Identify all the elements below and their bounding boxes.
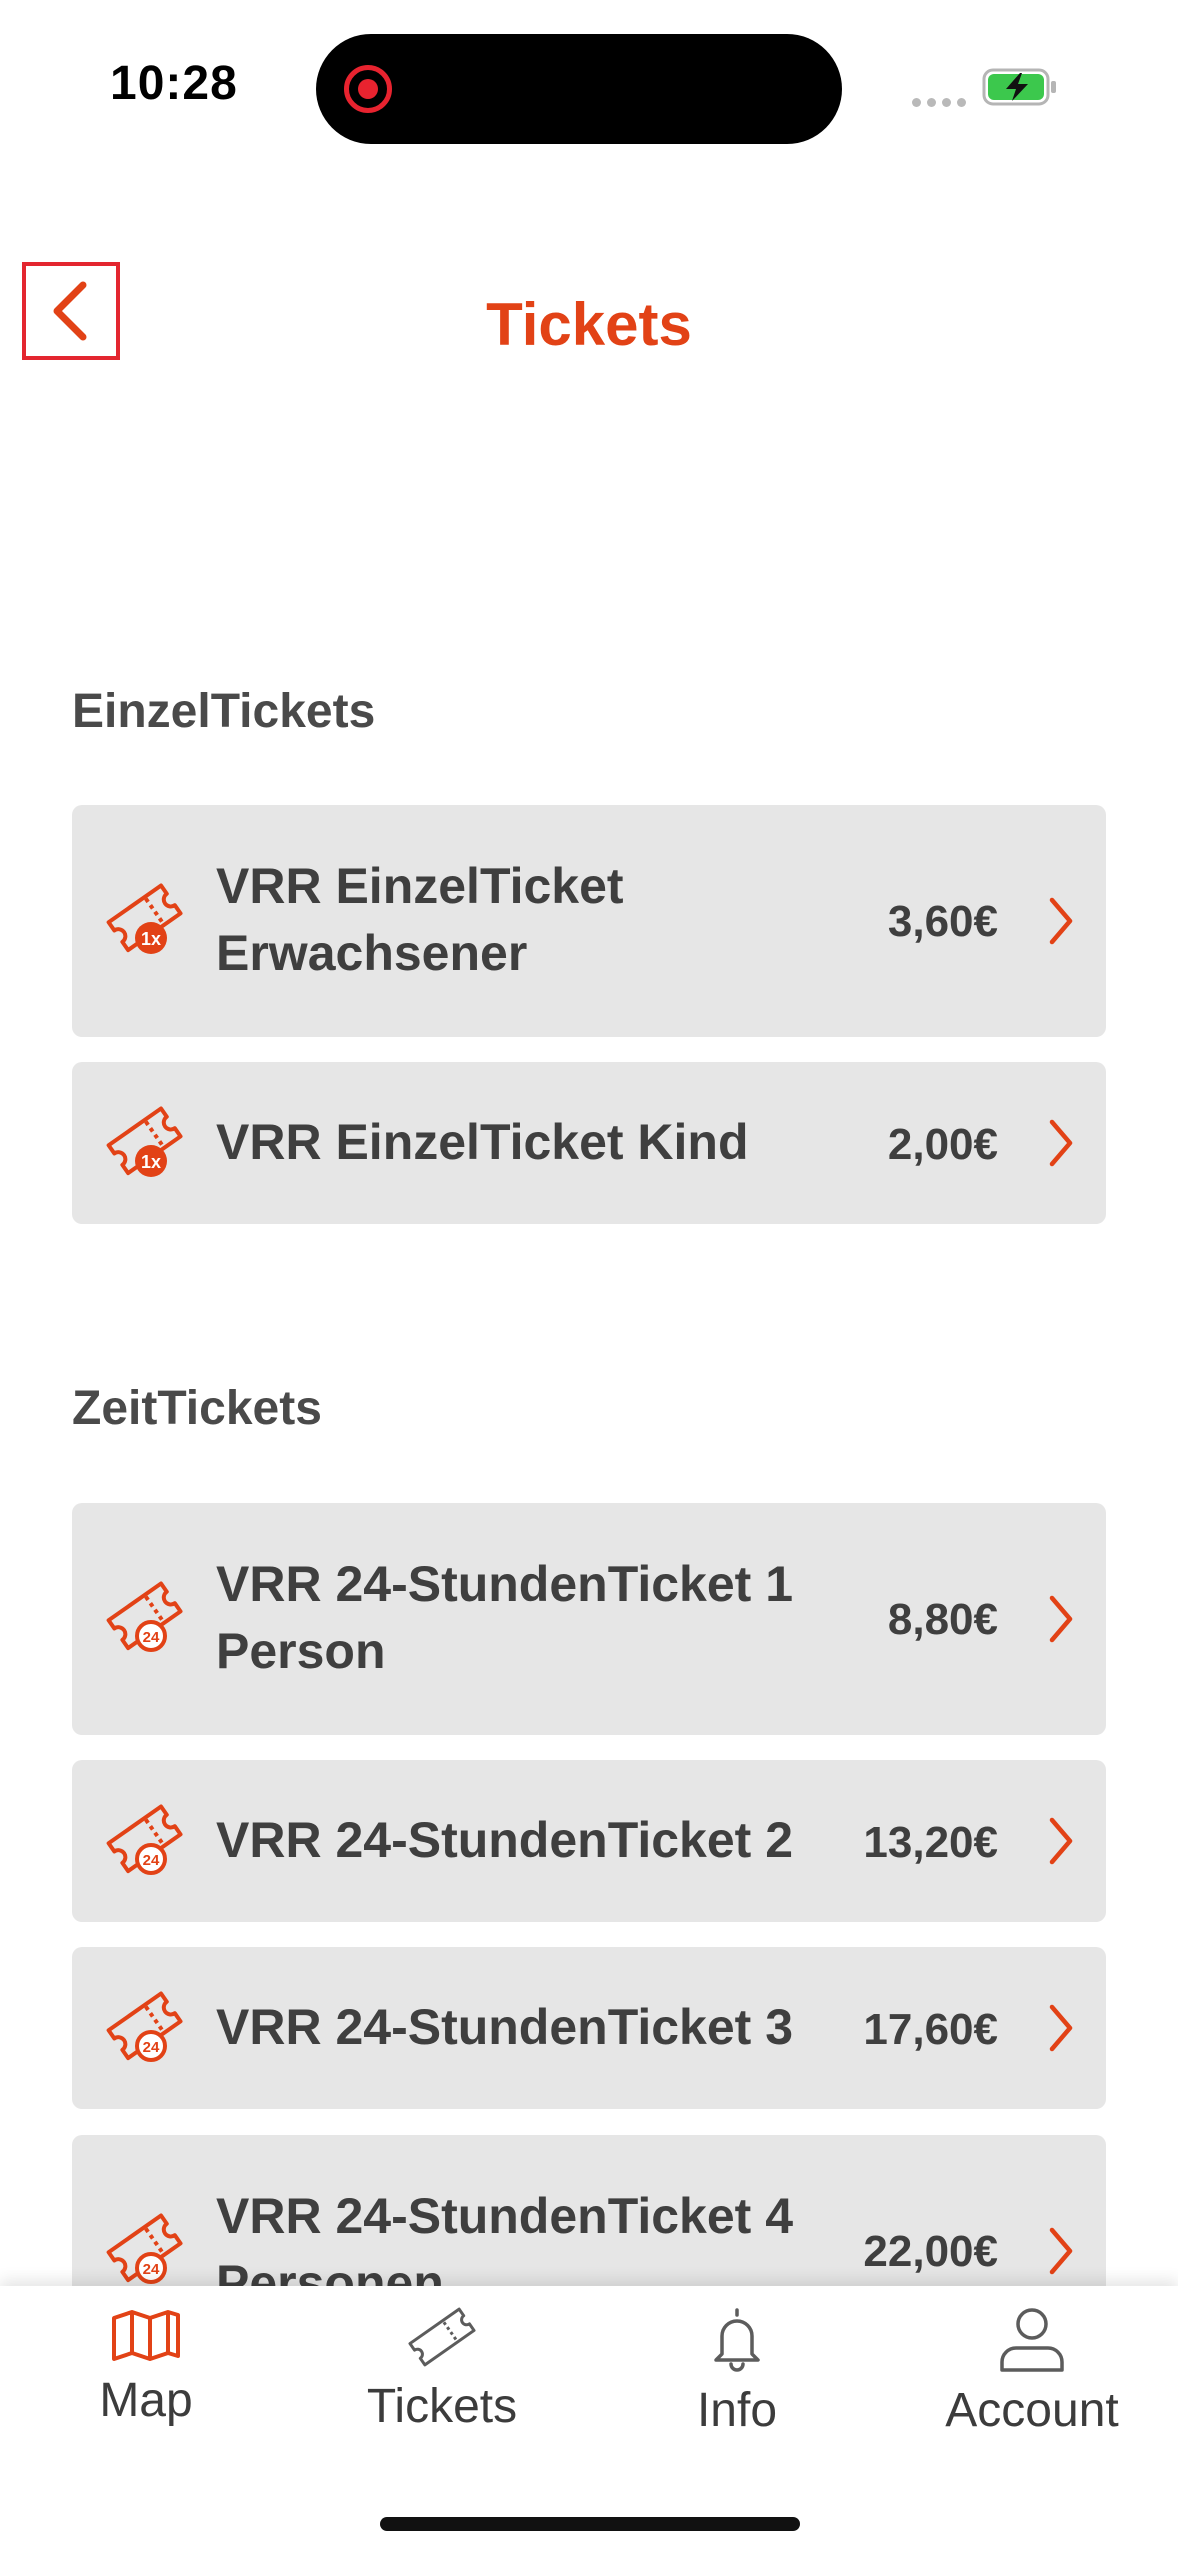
ticket-price: 13,20€ [863, 1818, 998, 1867]
tab-label-map: Map [99, 2374, 193, 2427]
svg-text:1x: 1x [141, 929, 161, 949]
svg-text:24: 24 [143, 2039, 160, 2056]
ticket-price: 2,00€ [887, 1120, 998, 1169]
section-title-zeittickets: ZeitTickets [72, 1382, 322, 1435]
ticket-label: VRR 24-StundenTicket 2 [216, 1812, 794, 1868]
chevron-right-icon [1049, 2227, 1073, 2275]
tab-label-account: Account [945, 2384, 1119, 2437]
signal-icon [912, 94, 972, 112]
svg-text:24: 24 [143, 2261, 160, 2278]
ticket-card[interactable]: 24 VRR 24-StundenTicket 2 13,20€ [72, 1760, 1106, 1922]
svg-text:1x: 1x [141, 1152, 161, 1172]
map-icon [112, 2310, 180, 2361]
chevron-right-icon [1049, 897, 1073, 945]
chevron-right-icon [1049, 1817, 1073, 1865]
section-title-einzeltickets: EinzelTickets [72, 685, 376, 738]
ticket-1x-icon: 1x [106, 1106, 183, 1177]
tab-bar: Map Tickets Info Account [0, 2286, 1178, 2556]
svg-text:24: 24 [143, 1629, 160, 1646]
ticket-label: VRR 24-StundenTicket 3 [216, 1999, 794, 2055]
battery-charging-icon [982, 68, 1056, 106]
svg-text:24: 24 [143, 1852, 160, 1869]
tab-label-tickets: Tickets [366, 2380, 518, 2433]
chevron-right-icon [1049, 2004, 1073, 2052]
ticket-label: VRR EinzelTicket Kind [216, 1114, 749, 1170]
ticket-price: 22,00€ [863, 2227, 998, 2276]
tab-map[interactable]: Map [16, 2304, 276, 2428]
chevron-right-icon [1049, 1595, 1073, 1643]
page-title: Tickets [486, 291, 692, 358]
ticket-label: VRR 24-StundenTicket 1 Person [216, 1556, 794, 1679]
dynamic-island [316, 34, 842, 144]
ticket-icon [408, 2307, 476, 2367]
ticket-card[interactable]: 1x VRR EinzelTicket Erwachsener 3,60€ [72, 805, 1106, 1037]
ticket-24-icon: 24 [106, 1804, 183, 1875]
tab-label-info: Info [696, 2384, 778, 2437]
ticket-24-icon: 24 [106, 2213, 183, 2284]
ticket-card[interactable]: 1x VRR EinzelTicket Kind 2,00€ [72, 1062, 1106, 1224]
ticket-card[interactable]: 24 VRR 24-StundenTicket 1 Person 8,80€ [72, 1503, 1106, 1735]
ticket-price: 8,80€ [887, 1595, 998, 1644]
chevron-right-icon [1049, 1119, 1073, 1167]
ticket-card[interactable]: 24 VRR 24-StundenTicket 3 17,60€ [72, 1947, 1106, 2109]
tab-info[interactable]: Info [607, 2304, 867, 2438]
home-indicator[interactable] [380, 2517, 800, 2531]
ticket-24-icon: 24 [106, 1581, 183, 1652]
status-time: 10:28 [110, 57, 238, 110]
recording-indicator-icon [344, 65, 392, 113]
ticket-price: 3,60€ [887, 897, 998, 946]
ticket-24-icon: 24 [106, 1991, 183, 2062]
tab-tickets[interactable]: Tickets [312, 2304, 572, 2434]
person-icon [1000, 2308, 1064, 2372]
ticket-1x-icon: 1x [106, 883, 183, 954]
tab-account[interactable]: Account [902, 2304, 1162, 2438]
bell-icon [714, 2308, 760, 2372]
ticket-label: VRR EinzelTicket Erwachsener [216, 858, 624, 981]
ticket-price: 17,60€ [863, 2005, 998, 2054]
